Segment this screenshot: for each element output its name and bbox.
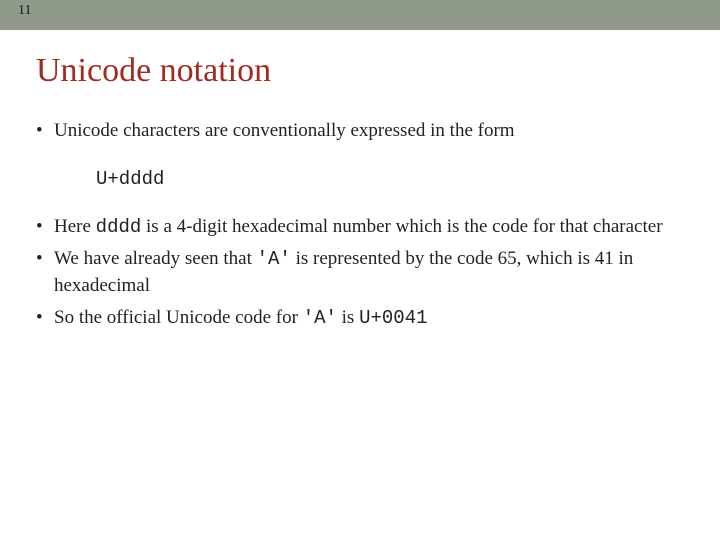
- slide-title: Unicode notation: [36, 52, 684, 90]
- bullet-list: Here dddd is a 4-digit hexadecimal numbe…: [36, 214, 684, 332]
- mono-text: U+0041: [359, 307, 427, 329]
- bullet-item: We have already seen that 'A' is represe…: [36, 246, 684, 298]
- code-example: U+dddd: [96, 168, 684, 190]
- bullet-text: Here: [54, 216, 96, 237]
- bullet-text: is a 4-digit hexadecimal number which is…: [141, 216, 662, 237]
- bullet-item: Here dddd is a 4-digit hexadecimal numbe…: [36, 214, 684, 241]
- bullet-text: We have already seen that: [54, 248, 257, 269]
- mono-text: 'A': [303, 307, 337, 329]
- bullet-list: Unicode characters are conventionally ex…: [36, 118, 684, 144]
- mono-text: 'A': [257, 248, 291, 270]
- page-number: 11: [18, 3, 31, 19]
- mono-text: dddd: [96, 216, 142, 238]
- bullet-text: is: [337, 307, 359, 328]
- bullet-text: Unicode characters are conventionally ex…: [54, 120, 515, 141]
- top-bar: 11: [0, 0, 720, 30]
- bullet-item: Unicode characters are conventionally ex…: [36, 118, 684, 144]
- slide-content: Unicode notation Unicode characters are …: [0, 30, 720, 331]
- bullet-text: So the official Unicode code for: [54, 307, 303, 328]
- slide: 11 Unicode notation Unicode characters a…: [0, 0, 720, 540]
- bullet-item: So the official Unicode code for 'A' is …: [36, 305, 684, 332]
